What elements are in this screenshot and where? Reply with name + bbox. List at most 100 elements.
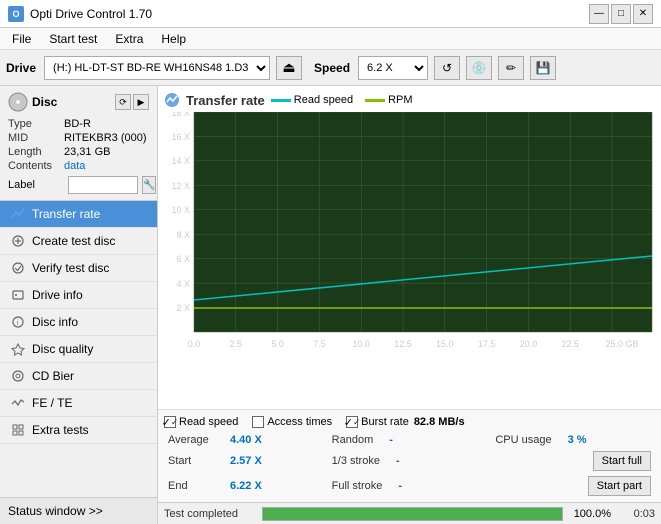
svg-text:4 X: 4 X (176, 279, 190, 289)
eject-button[interactable]: ⏏ (276, 56, 302, 80)
menu-file[interactable]: File (4, 30, 39, 48)
random-label: Random (332, 434, 374, 446)
bottom-status-bar: Test completed 100.0% 0:03 (158, 502, 661, 524)
stats-row-2: Start 2.57 X 1/3 stroke - Start full (164, 449, 655, 473)
svg-text:17.5: 17.5 (478, 339, 496, 349)
svg-text:5.0: 5.0 (271, 339, 284, 349)
drive-label: Drive (6, 61, 36, 75)
svg-text:12.5: 12.5 (394, 339, 412, 349)
app-title: Opti Drive Control 1.70 (30, 7, 152, 21)
nav-item-cd-bier[interactable]: CD Bier (0, 363, 157, 390)
burst-rate-checkbox[interactable]: ✓ (346, 416, 358, 428)
start-stat: Start 2.57 X (164, 449, 328, 473)
svg-text:2 X: 2 X (176, 303, 190, 313)
access-times-checkbox-item[interactable]: Access times (252, 416, 332, 428)
save-button[interactable]: 💾 (530, 56, 556, 80)
stats-row-3: End 6.22 X Full stroke - Start part (164, 474, 655, 498)
svg-text:i: i (17, 320, 19, 327)
label-key: Label (8, 179, 64, 191)
refresh-button[interactable]: ↺ (434, 56, 460, 80)
svg-text:20.0: 20.0 (520, 339, 538, 349)
svg-text:10 X: 10 X (171, 205, 190, 215)
disc-header-label: Disc (32, 95, 57, 109)
content-area: Transfer rate Read speed RPM (158, 86, 661, 524)
legend-rpm-label: RPM (388, 94, 412, 106)
read-speed-checkbox[interactable]: ✓ (164, 416, 176, 428)
start-full-button[interactable]: Start full (593, 451, 651, 471)
svg-text:10.0: 10.0 (352, 339, 370, 349)
transfer-rate-icon (10, 206, 26, 222)
nav-item-extra-tests[interactable]: Extra tests (0, 417, 157, 444)
maximize-button[interactable]: □ (611, 4, 631, 24)
read-speed-checkbox-item[interactable]: ✓ Read speed (164, 416, 238, 428)
start-part-button[interactable]: Start part (588, 476, 651, 496)
disc-quality-icon (10, 341, 26, 357)
nav-label-extra-tests: Extra tests (32, 423, 89, 437)
verify-disc-icon (10, 260, 26, 276)
full-stroke-value: - (398, 480, 418, 492)
burst-rate-value: 82.8 MB/s (414, 416, 465, 428)
disc-button[interactable]: 💿 (466, 56, 492, 80)
nav-item-drive-info[interactable]: Drive info (0, 282, 157, 309)
legend-read-speed-color (271, 99, 291, 102)
menu-help[interactable]: Help (153, 30, 194, 48)
nav-item-verify-test-disc[interactable]: Verify test disc (0, 255, 157, 282)
toolbar: Drive (H:) HL-DT-ST BD-RE WH16NS48 1.D3 … (0, 50, 661, 86)
disc-action-btn2[interactable]: ▶ (133, 94, 149, 110)
svg-text:6 X: 6 X (176, 254, 190, 264)
status-window-button[interactable]: Status window >> (0, 497, 157, 524)
random-stat: Random - (328, 432, 492, 448)
start-label: Start (168, 455, 226, 467)
svg-text:2.5: 2.5 (230, 339, 243, 349)
legend-read-speed-label: Read speed (294, 94, 353, 106)
minimize-button[interactable]: — (589, 4, 609, 24)
label-action-button[interactable]: 🔧 (142, 176, 156, 194)
status-window-label: Status window >> (8, 504, 103, 518)
read-speed-checkbox-label: Read speed (179, 416, 238, 428)
full-stroke-stat: Full stroke - (328, 474, 492, 498)
chart-title: Transfer rate (186, 93, 265, 108)
length-key: Length (8, 146, 64, 158)
svg-text:15.0: 15.0 (436, 339, 454, 349)
nav-item-transfer-rate[interactable]: Transfer rate (0, 201, 157, 228)
svg-text:25.0 GB: 25.0 GB (605, 339, 638, 349)
average-stat: Average 4.40 X (164, 432, 328, 448)
end-value: 6.22 X (230, 480, 266, 492)
cpu-usage-stat: CPU usage 3 % (491, 432, 655, 448)
contents-value[interactable]: data (64, 160, 85, 172)
access-times-checkbox[interactable] (252, 416, 264, 428)
nav-item-disc-quality[interactable]: Disc quality (0, 336, 157, 363)
burst-rate-checkbox-item[interactable]: ✓ Burst rate 82.8 MB/s (346, 416, 464, 428)
write-button[interactable]: ✏ (498, 56, 524, 80)
nav-item-fe-te[interactable]: FE / TE (0, 390, 157, 417)
speed-select[interactable]: Max1 X2 X4 X6.2 X8 X12 X16 X (358, 56, 428, 80)
stats-rows: Average 4.40 X Random - CPU usage 3 % (164, 432, 655, 498)
drive-info-icon (10, 287, 26, 303)
third-stroke-label: 1/3 stroke (332, 455, 380, 467)
menu-extra[interactable]: Extra (107, 30, 151, 48)
checkboxes-row: ✓ Read speed Access times ✓ Burst rate 8… (164, 414, 655, 432)
sidebar: Disc ⟳ ▶ Type BD-R MID RITEKBR3 (000) Le… (0, 86, 158, 524)
nav-label-verify-test-disc: Verify test disc (32, 261, 109, 275)
third-stroke-value: - (396, 455, 416, 467)
extra-tests-icon (10, 422, 26, 438)
start-full-row: Start full (491, 449, 655, 473)
drive-select[interactable]: (H:) HL-DT-ST BD-RE WH16NS48 1.D3 (44, 56, 270, 80)
progress-bar (262, 507, 563, 521)
full-stroke-label: Full stroke (332, 480, 383, 492)
close-button[interactable]: ✕ (633, 4, 653, 24)
label-input[interactable] (68, 176, 138, 194)
end-label: End (168, 480, 226, 492)
nav-label-drive-info: Drive info (32, 288, 83, 302)
nav-item-disc-info[interactable]: i Disc info (0, 309, 157, 336)
third-stroke-stat: 1/3 stroke - (328, 449, 492, 473)
progress-percent: 100.0% (571, 508, 611, 520)
disc-action-btn1[interactable]: ⟳ (115, 94, 131, 110)
length-value: 23,31 GB (64, 146, 110, 158)
burst-rate-checkbox-label: Burst rate (361, 416, 409, 428)
random-value: - (389, 434, 409, 446)
menu-start-test[interactable]: Start test (41, 30, 105, 48)
chart-container: Transfer rate Read speed RPM (158, 86, 661, 409)
nav-item-create-test-disc[interactable]: Create test disc (0, 228, 157, 255)
app-icon: O (8, 6, 24, 22)
